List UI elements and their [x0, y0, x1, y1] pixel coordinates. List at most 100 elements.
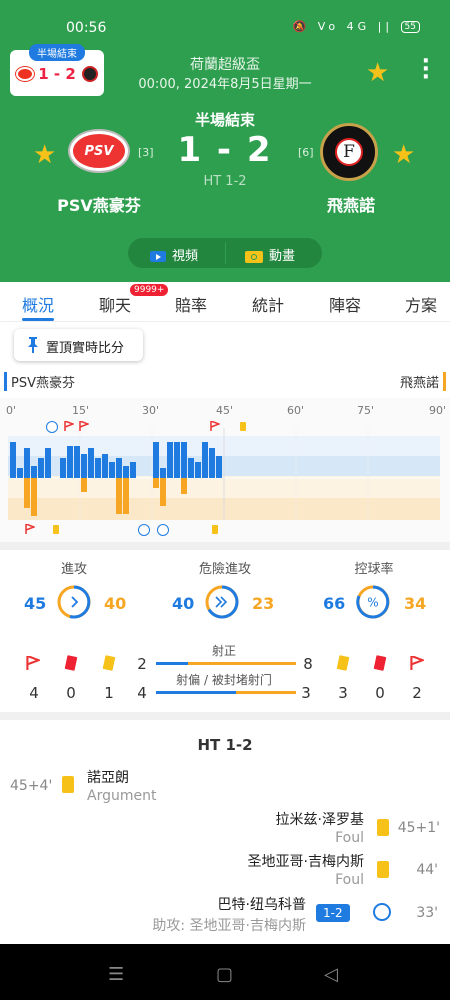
home-pressure-bar	[24, 448, 30, 478]
home-pressure-bar	[74, 446, 80, 478]
yellow-card-icon	[240, 422, 246, 431]
pin-label: 置頂實時比分	[46, 341, 125, 356]
favorite-star-icon[interactable]: ★	[366, 58, 389, 88]
tab-lineup[interactable]: 陣容	[329, 292, 361, 316]
tab-chat[interactable]: 聊天	[99, 292, 131, 316]
half-time-score: HT 1-2	[203, 174, 247, 189]
danger-label: 危險進攻	[198, 562, 251, 577]
animation-icon	[245, 250, 263, 263]
pin-icon	[28, 337, 38, 353]
goal-ball-icon	[138, 524, 150, 536]
media-divider	[225, 242, 226, 264]
timeline-home-label: PSV燕豪芬	[4, 372, 75, 391]
status-bar: 00:56 🔕 Vo 4G || 55	[0, 18, 450, 40]
timeline-away-label: 飛燕諾	[400, 372, 446, 391]
event-player[interactable]: 圣地亚哥·吉梅内斯	[248, 851, 364, 871]
corner-flag-icon	[79, 421, 89, 431]
red-card-icon	[373, 655, 387, 671]
pressure-chart	[8, 428, 440, 520]
away-red-cards: 0	[375, 684, 385, 702]
chat-badge: 9999+	[130, 284, 169, 296]
tab-overview[interactable]: 概況	[22, 292, 54, 316]
shots-off-home-bar	[156, 691, 236, 694]
home-pressure-bar	[209, 448, 215, 478]
home-pressure-bar	[81, 454, 87, 478]
back-nav-icon[interactable]: ◁	[324, 964, 338, 985]
home-pressure-bar	[160, 468, 166, 478]
away-yellow-cards-count: 3	[301, 684, 311, 702]
battery-icon: 55	[400, 21, 420, 33]
pin-live-score-button[interactable]: 置頂實時比分	[14, 329, 143, 361]
tab-stats[interactable]: 統計	[252, 292, 284, 316]
away-team-logo[interactable]: F	[320, 123, 378, 181]
animation-button[interactable]: 動畫	[245, 245, 295, 264]
home-pressure-bar	[174, 442, 180, 478]
home-pressure-bar	[45, 448, 51, 478]
attack-away: 40	[104, 594, 127, 613]
possession-ring-icon: %	[356, 585, 390, 619]
tab-bar: 概況 聊天 9999+ 賠率 統計 陣容 方案	[0, 282, 450, 322]
home-corners: 4	[29, 684, 39, 702]
tab-plans[interactable]: 方案	[405, 292, 437, 316]
shots-on-label: 射正	[211, 644, 236, 658]
corner-flag-icon	[210, 421, 220, 431]
video-icon	[150, 251, 166, 262]
shots-on-away: 8	[303, 655, 313, 673]
minute-30: 30'	[142, 404, 160, 417]
yellow-card-icon	[53, 525, 59, 534]
minute-60: 60'	[287, 404, 305, 417]
home-pressure-bar	[181, 442, 187, 478]
section-divider	[0, 712, 450, 720]
event-player[interactable]: 拉米兹·泽罗基	[276, 809, 364, 829]
goal-ball-icon	[46, 421, 58, 433]
goal-ball-icon	[157, 524, 169, 536]
recent-apps-icon[interactable]: ☰	[108, 964, 124, 985]
yellow-card-icon	[62, 776, 74, 793]
away-team-name[interactable]: 飛燕諾	[281, 192, 421, 216]
attack-label: 進攻	[60, 562, 87, 577]
yellow-card-icon	[377, 819, 389, 836]
event-score-chip: 1-2	[316, 904, 350, 922]
section-divider	[0, 542, 450, 550]
home-yellow-cards: 1	[104, 684, 114, 702]
home-nav-icon[interactable]: ▢	[216, 964, 233, 985]
video-button[interactable]: 視頻	[150, 245, 198, 264]
home-pressure-bar	[95, 458, 101, 478]
shots-on-home: 2	[137, 655, 147, 673]
red-card-icon	[64, 655, 78, 671]
home-red-cards: 0	[66, 684, 76, 702]
home-team-name[interactable]: PSV燕豪芬	[29, 192, 169, 216]
home-pressure-bar	[88, 448, 94, 478]
corner-flag-icon	[26, 656, 40, 670]
home-pressure-bar	[10, 442, 16, 478]
event-player[interactable]: 巴特·纽乌科普	[218, 894, 306, 914]
tab-odds[interactable]: 賠率	[175, 292, 207, 316]
corner-flag-icon	[25, 524, 35, 534]
possession-away: 34	[404, 594, 427, 613]
match-header: 00:56 🔕 Vo 4G || 55 半場結束 1 - 2 荷蘭超級盃 00:…	[0, 0, 450, 282]
danger-ring-icon	[205, 585, 239, 619]
clock: 00:56	[66, 20, 107, 36]
away-pressure-bar	[160, 478, 166, 506]
away-favorite-star-icon[interactable]: ★	[392, 140, 415, 170]
away-pressure-bar	[116, 478, 122, 514]
shots-off-label: 射偏 / 被封堵射门	[176, 673, 272, 687]
home-pressure-bar	[195, 462, 201, 478]
goal-ball-icon	[373, 903, 391, 921]
home-pressure-bar	[38, 458, 44, 478]
home-pressure-bar	[167, 442, 173, 478]
yellow-card-icon	[212, 525, 218, 534]
shots-on-away-bar	[188, 662, 296, 665]
away-yellow-cards: 3	[338, 684, 348, 702]
away-pressure-bar	[81, 478, 87, 492]
events-title: HT 1-2	[197, 736, 253, 754]
more-menu-icon[interactable]: · · ·	[422, 51, 430, 89]
minute-15: 15'	[72, 404, 90, 417]
minute-45: 45'	[216, 404, 234, 417]
event-player[interactable]: 諾亞朗	[87, 767, 129, 787]
main-score: 1 - 2	[177, 130, 273, 170]
event-minute: 45+4'	[10, 778, 53, 794]
possession-label: 控球率	[354, 562, 394, 577]
possession-home: 66	[323, 594, 346, 613]
system-nav-bar: ☰ ▢ ◁	[0, 944, 450, 1000]
